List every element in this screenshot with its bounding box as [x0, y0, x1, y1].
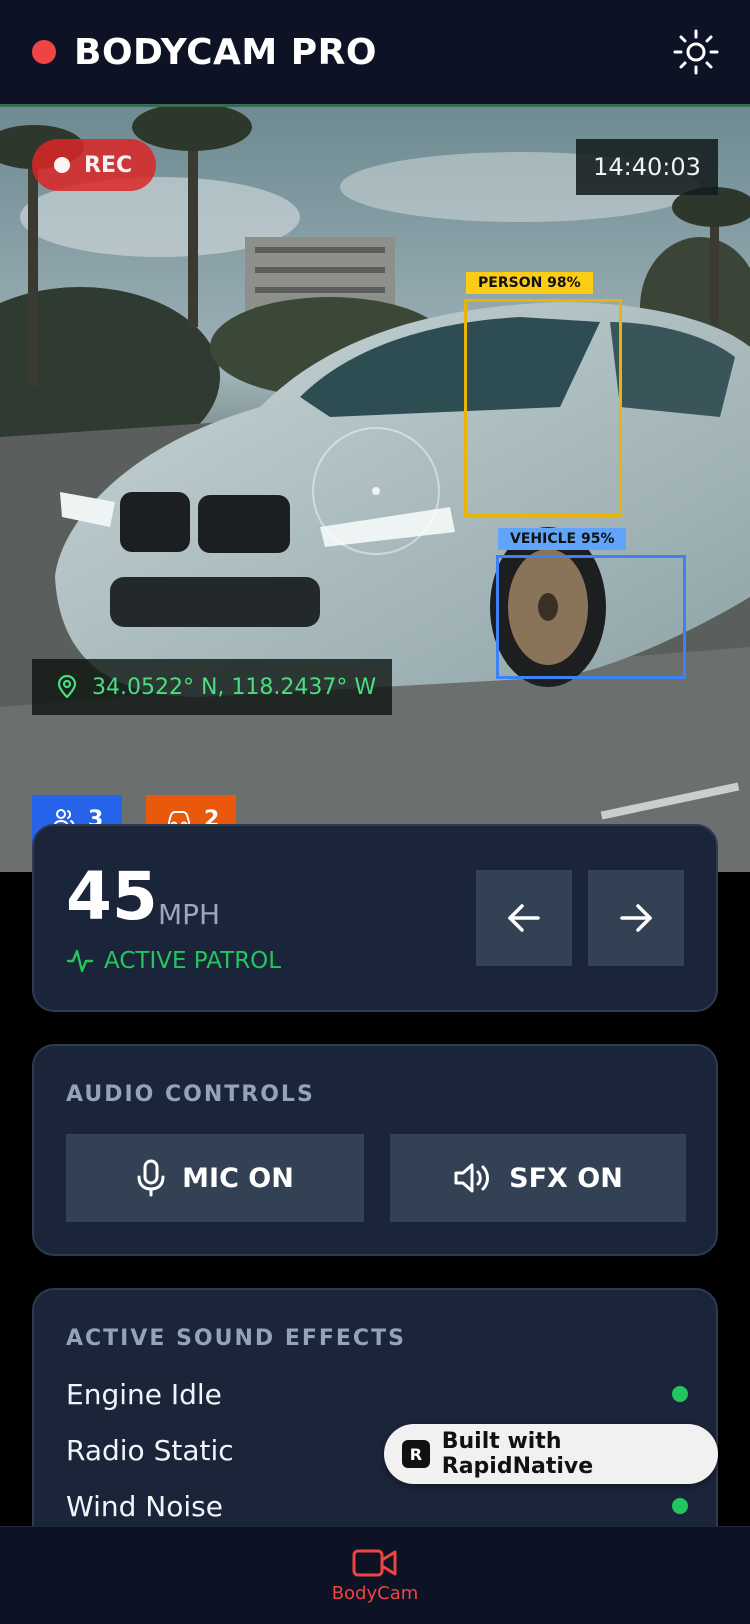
built-with-text: Built with RapidNative	[441, 1429, 594, 1479]
recording-badge[interactable]: REC	[32, 139, 156, 191]
tab-bodycam[interactable]: BodyCam	[325, 1547, 425, 1624]
person-detection-box	[464, 299, 622, 517]
speed-card: 45 MPH ACTIVE PATROL	[32, 824, 718, 1012]
sound-effect-name: Engine Idle	[66, 1377, 222, 1411]
focus-reticle	[312, 427, 440, 555]
built-with-badge[interactable]: R Built with RapidNative	[384, 1424, 718, 1484]
map-pin-icon	[57, 675, 77, 699]
video-camera-icon	[352, 1549, 397, 1577]
sound-effect-row[interactable]: Engine Idle	[66, 1374, 688, 1414]
camera-feed[interactable]: REC 14:40:03 PERSON 98% VEHICLE 95% 34.0…	[0, 104, 750, 872]
tab-bodycam-label: BodyCam	[331, 1583, 419, 1604]
patrol-status: ACTIVE PATROL	[66, 948, 281, 974]
sound-effect-row[interactable]: Wind Noise	[66, 1486, 688, 1526]
vehicle-detection-label: VEHICLE 95%	[498, 528, 627, 550]
gps-text: 34.0522° N, 118.2437° W	[92, 674, 377, 700]
active-indicator	[672, 1386, 688, 1402]
arrow-right-icon	[620, 904, 652, 932]
bottom-navigation: BodyCam	[0, 1526, 750, 1624]
patrol-status-text: ACTIVE PATROL	[104, 948, 282, 974]
arrow-left-icon	[508, 904, 540, 932]
sfx-label: SFX ON	[509, 1162, 623, 1194]
speaker-icon	[454, 1163, 490, 1193]
previous-button[interactable]	[476, 870, 572, 966]
app-title: BODYCAM PRO	[74, 31, 377, 73]
speed-value: 45	[66, 858, 158, 935]
sun-icon	[673, 29, 719, 75]
app-header: BODYCAM PRO	[0, 0, 750, 104]
next-button[interactable]	[588, 870, 684, 966]
mic-toggle-button[interactable]: MIC ON	[66, 1134, 364, 1222]
timestamp-display: 14:40:03	[576, 139, 718, 195]
recording-dot	[54, 157, 70, 173]
sfx-toggle-button[interactable]: SFX ON	[390, 1134, 686, 1222]
audio-controls-card: AUDIO CONTROLS MIC ON SFX ON	[32, 1044, 718, 1256]
sound-effect-name: Radio Static	[66, 1433, 234, 1467]
active-indicator	[672, 1498, 688, 1514]
vehicle-detection-box	[496, 555, 686, 679]
speed-unit: MPH	[158, 898, 221, 931]
gps-coordinates: 34.0522° N, 118.2437° W	[32, 659, 392, 715]
rapidnative-logo-icon: R	[402, 1440, 430, 1468]
rec-label: REC	[84, 152, 133, 178]
sound-effect-name: Wind Noise	[66, 1489, 223, 1523]
focus-reticle-center	[372, 487, 380, 495]
activity-icon	[66, 949, 94, 973]
audio-controls-title: AUDIO CONTROLS	[66, 1082, 315, 1107]
theme-toggle-button[interactable]	[672, 28, 720, 76]
sound-effects-title: ACTIVE SOUND EFFECTS	[66, 1326, 406, 1351]
mic-label: MIC ON	[182, 1162, 294, 1194]
person-detection-label: PERSON 98%	[466, 272, 593, 294]
microphone-icon	[137, 1159, 165, 1197]
recording-indicator-dot	[32, 40, 56, 64]
